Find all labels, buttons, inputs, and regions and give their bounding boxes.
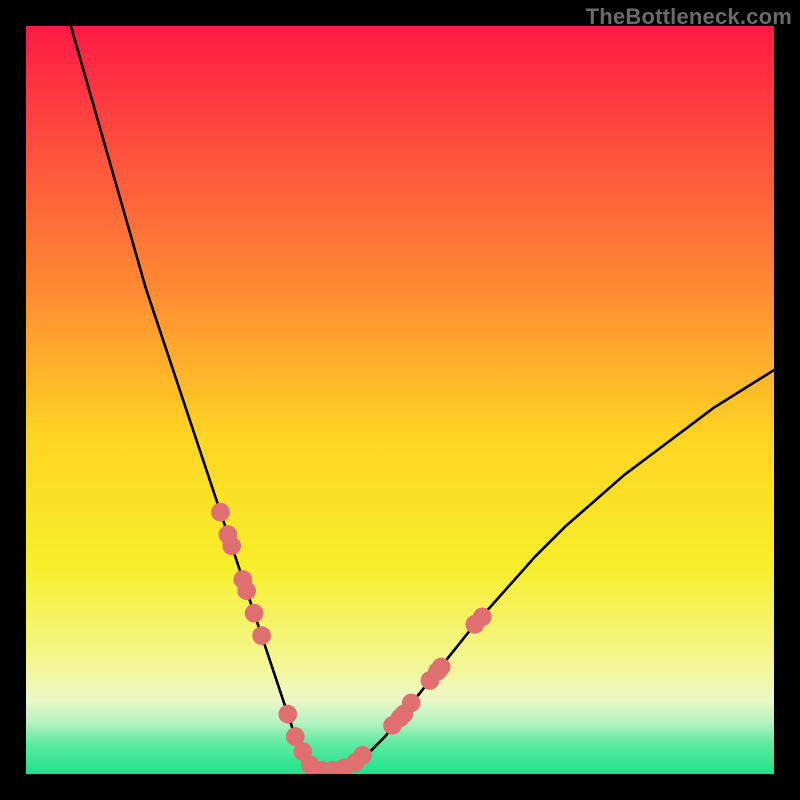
curve-marker xyxy=(211,503,230,522)
bottleneck-curve-path xyxy=(71,26,774,770)
curve-marker xyxy=(237,581,256,600)
curve-markers xyxy=(211,503,492,774)
curve-marker xyxy=(402,694,421,713)
curve-marker xyxy=(278,705,297,724)
curve-marker xyxy=(222,537,241,556)
curve-marker xyxy=(353,746,372,765)
curve-marker xyxy=(473,608,492,627)
curve-marker xyxy=(432,658,451,677)
curve-marker xyxy=(252,626,271,645)
curve-marker xyxy=(245,604,264,623)
bottleneck-chart: TheBottleneck.com xyxy=(0,0,800,800)
plot-area xyxy=(26,26,774,774)
curve-layer xyxy=(26,26,774,774)
